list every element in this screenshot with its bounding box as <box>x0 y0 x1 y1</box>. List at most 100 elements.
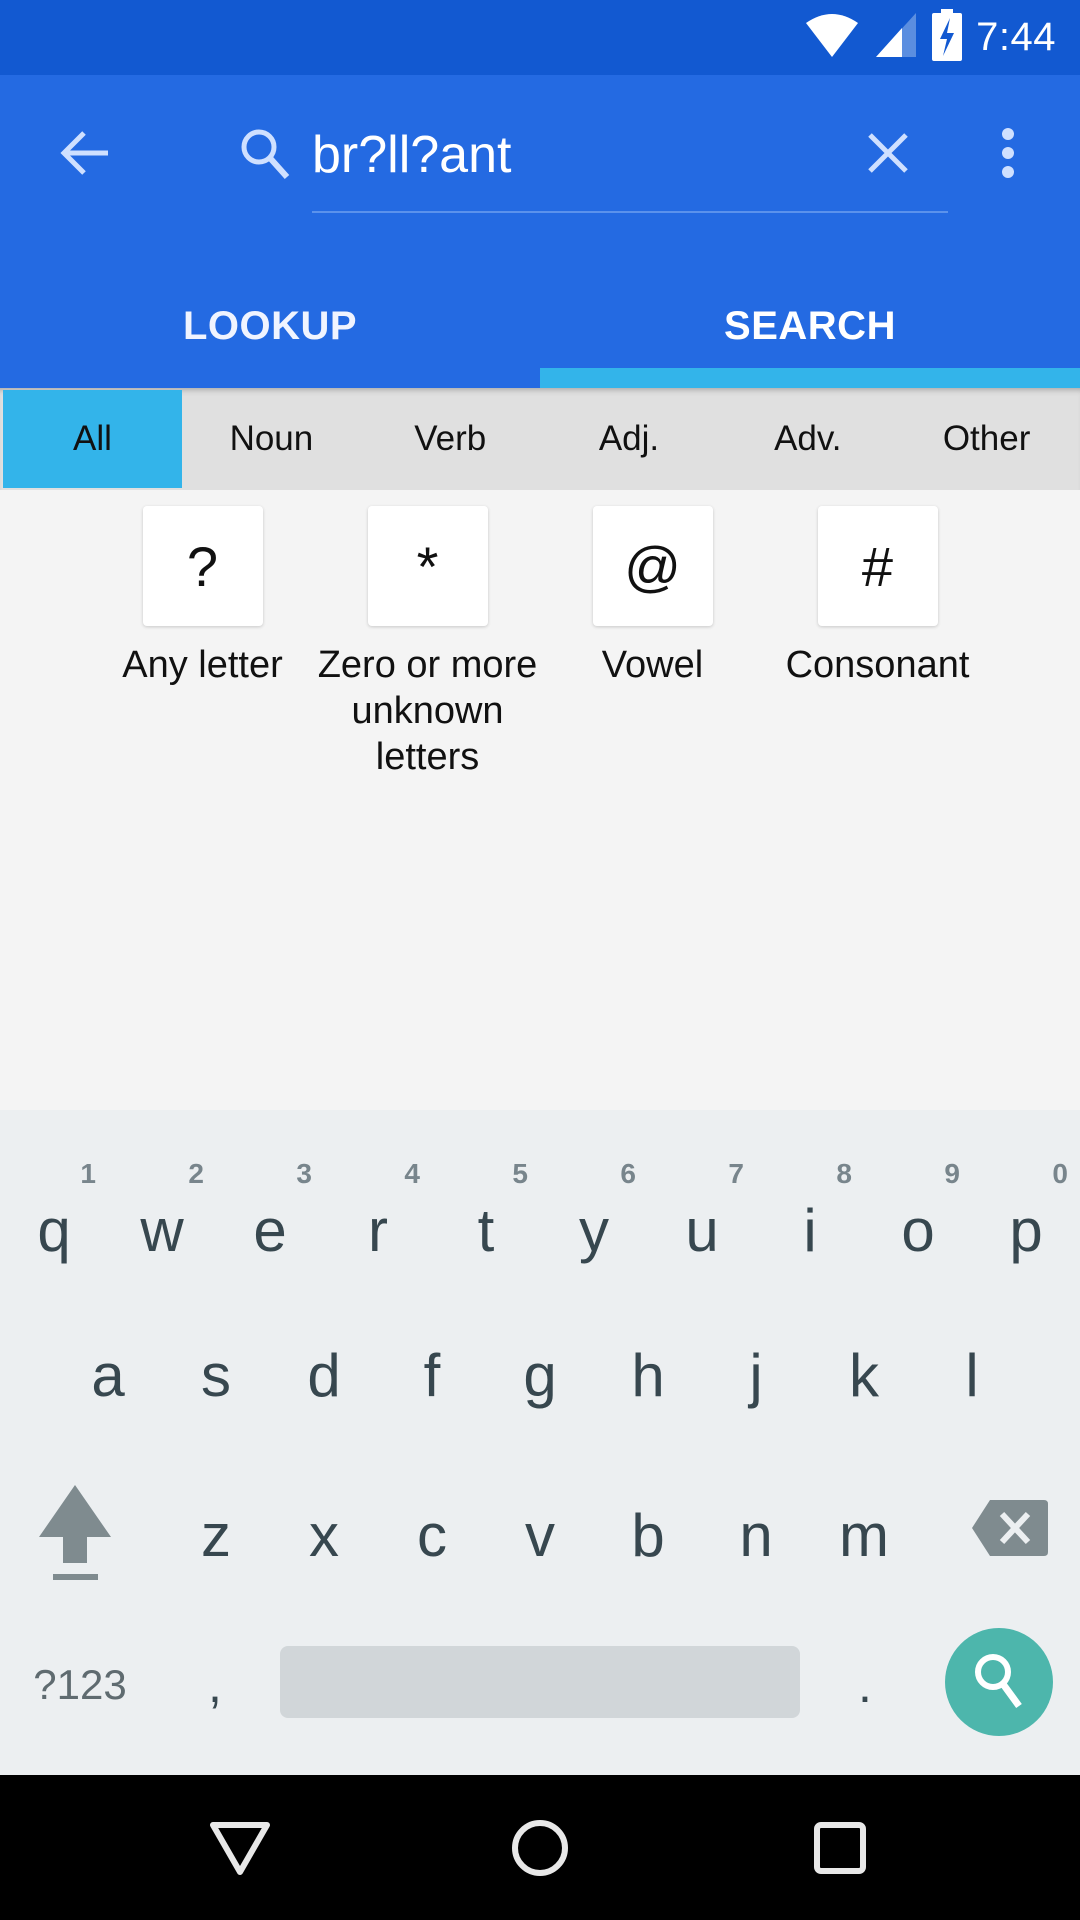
key-i[interactable]: 8i <box>756 1150 864 1280</box>
search-input[interactable] <box>312 120 852 190</box>
wifi-icon <box>804 11 860 64</box>
filter-other[interactable]: Other <box>897 390 1076 488</box>
shift-key[interactable] <box>20 1470 130 1600</box>
arrow-left-icon <box>58 128 112 183</box>
key-j[interactable]: j <box>702 1300 810 1450</box>
shift-underline <box>53 1574 98 1580</box>
key-letter: w <box>140 1196 184 1264</box>
status-bar: 7:44 <box>0 0 1080 75</box>
nav-back-icon <box>208 1820 272 1881</box>
key-q[interactable]: 1q <box>0 1150 108 1280</box>
key-number-hint: 4 <box>404 1158 420 1189</box>
battery-charging-icon <box>932 9 963 66</box>
wildcard-label: Zero or more unknown letters <box>317 644 538 778</box>
keyboard-search-key[interactable] <box>945 1628 1053 1736</box>
soft-keyboard: 1q2w3e4r5t6y7u8i9o0p asdfghjkl zxcvbnm ?… <box>0 1110 1080 1775</box>
key-f[interactable]: f <box>378 1300 486 1450</box>
key-v[interactable]: v <box>486 1470 594 1600</box>
symbols-key[interactable]: ?123 <box>20 1640 140 1730</box>
key-letter: r <box>368 1196 388 1264</box>
system-nav-bar <box>0 1775 1080 1920</box>
wildcard-consonant[interactable]: # Consonant <box>765 506 990 688</box>
search-icon <box>237 125 293 186</box>
nav-back-button[interactable] <box>190 1805 290 1895</box>
key-e[interactable]: 3e <box>216 1150 324 1280</box>
shift-icon <box>37 1483 113 1587</box>
key-h[interactable]: h <box>594 1300 702 1450</box>
key-letter: e <box>253 1196 287 1264</box>
wildcard-symbol[interactable]: @ <box>592 506 713 626</box>
search-icon <box>971 1650 1027 1715</box>
key-s[interactable]: s <box>162 1300 270 1450</box>
filter-verb[interactable]: Verb <box>361 390 540 488</box>
key-o[interactable]: 9o <box>864 1150 972 1280</box>
key-c[interactable]: c <box>378 1470 486 1600</box>
search-underline <box>312 211 948 213</box>
filter-all[interactable]: All <box>3 390 182 488</box>
key-x[interactable]: x <box>270 1470 378 1600</box>
back-button[interactable] <box>40 120 130 190</box>
status-time: 7:44 <box>976 15 1056 59</box>
clear-search-button[interactable] <box>850 120 925 190</box>
key-letter: p <box>1009 1196 1043 1264</box>
key-m[interactable]: m <box>810 1470 918 1600</box>
backspace-icon <box>972 1500 1048 1570</box>
more-options-button[interactable] <box>975 115 1040 195</box>
backspace-key[interactable] <box>955 1470 1065 1600</box>
wildcard-symbol[interactable]: ? <box>142 506 263 626</box>
comma-key[interactable]: , <box>180 1640 250 1730</box>
key-b[interactable]: b <box>594 1470 702 1600</box>
key-letter: u <box>685 1196 719 1264</box>
key-number-hint: 0 <box>1052 1158 1068 1189</box>
wildcard-label: Any letter <box>122 644 283 686</box>
nav-recents-button[interactable] <box>790 1805 890 1895</box>
filter-adv[interactable]: Adv. <box>718 390 897 488</box>
wildcard-symbol[interactable]: # <box>817 506 938 626</box>
nav-recents-icon <box>813 1821 867 1880</box>
key-n[interactable]: n <box>702 1470 810 1600</box>
search-icon-container <box>225 120 305 190</box>
key-k[interactable]: k <box>810 1300 918 1450</box>
wildcard-any-letter[interactable]: ? Any letter <box>90 506 315 688</box>
more-vertical-icon <box>1000 127 1016 184</box>
key-t[interactable]: 5t <box>432 1150 540 1280</box>
key-letter: o <box>901 1196 935 1264</box>
filter-noun[interactable]: Noun <box>182 390 361 488</box>
close-icon <box>866 131 910 180</box>
key-letter: q <box>37 1196 71 1264</box>
key-g[interactable]: g <box>486 1300 594 1450</box>
space-key[interactable] <box>280 1646 800 1718</box>
nav-home-button[interactable] <box>490 1805 590 1895</box>
key-a[interactable]: a <box>54 1300 162 1450</box>
key-y[interactable]: 6y <box>540 1150 648 1280</box>
key-number-hint: 9 <box>944 1158 960 1189</box>
wildcard-symbol[interactable]: * <box>367 506 488 626</box>
wildcard-vowel[interactable]: @ Vowel <box>540 506 765 688</box>
app-toolbar: LOOKUP SEARCH <box>0 75 1080 388</box>
key-p[interactable]: 0p <box>972 1150 1080 1280</box>
key-number-hint: 8 <box>836 1158 852 1189</box>
nav-home-icon <box>510 1818 570 1883</box>
key-number-hint: 6 <box>620 1158 636 1189</box>
wildcard-label: Vowel <box>601 644 704 686</box>
key-number-hint: 7 <box>728 1158 744 1189</box>
status-icons: 7:44 <box>804 0 1056 75</box>
cell-signal-icon <box>874 11 918 64</box>
key-number-hint: 5 <box>512 1158 528 1189</box>
filter-adj[interactable]: Adj. <box>540 390 719 488</box>
wildcard-label: Consonant <box>785 644 970 686</box>
key-w[interactable]: 2w <box>108 1150 216 1280</box>
wildcard-zero-or-more[interactable]: * Zero or more unknown letters <box>315 506 540 780</box>
key-u[interactable]: 7u <box>648 1150 756 1280</box>
key-r[interactable]: 4r <box>324 1150 432 1280</box>
tab-lookup[interactable]: LOOKUP <box>0 275 540 388</box>
period-key[interactable]: . <box>830 1640 900 1730</box>
tab-indicator <box>540 368 1080 388</box>
key-number-hint: 2 <box>188 1158 204 1189</box>
part-of-speech-filter: All Noun Verb Adj. Adv. Other <box>0 388 1080 490</box>
key-number-hint: 3 <box>296 1158 312 1189</box>
key-l[interactable]: l <box>918 1300 1026 1450</box>
key-number-hint: 1 <box>80 1158 96 1189</box>
key-d[interactable]: d <box>270 1300 378 1450</box>
key-z[interactable]: z <box>162 1470 270 1600</box>
